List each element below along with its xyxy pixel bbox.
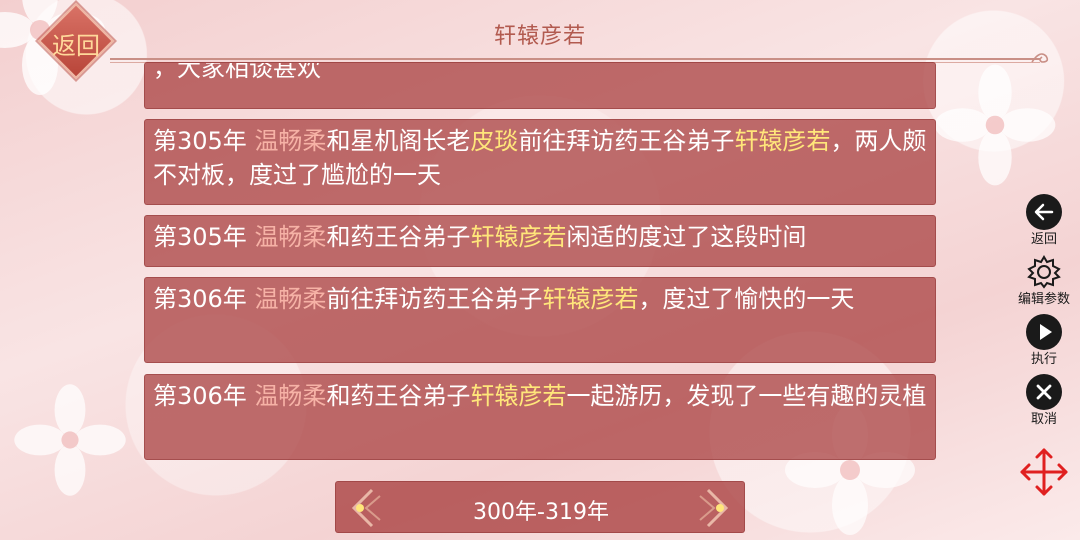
event-entry: 第305年 温畅柔和星机阁长老皮琰前往拜访药王谷弟子轩辕彦若，两人颇不对板，度过… [144, 119, 936, 205]
character-name: 温畅柔 [254, 127, 327, 155]
event-text: 和药王谷弟子 [326, 223, 471, 251]
side-back-label: 返回 [1030, 232, 1057, 247]
execute-label: 执行 [1030, 352, 1057, 367]
year-range-nav: 300年-319年 [335, 481, 745, 533]
event-text: 第305年 [153, 223, 255, 251]
cancel-button[interactable]: 取消 [1008, 374, 1080, 432]
event-entry: 第306年 温畅柔前往拜访药王谷弟子轩辕彦若，度过了愉快的一天 [144, 277, 936, 363]
event-text: ，度过了愉快的一天 [638, 285, 855, 313]
event-text: 第306年 [153, 285, 255, 313]
character-name: 温畅柔 [254, 285, 327, 313]
character-name: 温畅柔 [254, 382, 327, 410]
blossom-decoration-icon [934, 64, 1056, 186]
edit-params-button[interactable]: 编辑参数 [1008, 254, 1080, 312]
character-name: 轩辕彦若 [734, 127, 831, 155]
gear-icon [1026, 254, 1062, 290]
close-icon [1026, 374, 1062, 410]
event-entry: 第306年 温畅柔和药王谷弟子轩辕彦若一起游历，发现了一些有趣的灵植 [144, 374, 936, 460]
character-name: 轩辕彦若 [470, 382, 567, 410]
arrow-left-icon [1026, 194, 1062, 230]
execute-button[interactable]: 执行 [1008, 314, 1080, 372]
character-name: 皮琰 [470, 127, 519, 155]
event-entry: 第305年 温畅柔和药王谷弟子轩辕彦若闲适的度过了这段时间 [144, 215, 936, 267]
year-range-label: 300年-319年 [473, 500, 609, 525]
cancel-label: 取消 [1030, 412, 1057, 427]
character-name: 轩辕彦若 [542, 285, 639, 313]
move-arrows-icon [1020, 448, 1068, 496]
event-text: 闲适的度过了这段时间 [566, 223, 807, 251]
chevron-right-icon [699, 488, 729, 528]
side-back-button[interactable]: 返回 [1008, 194, 1080, 252]
edit-params-label: 编辑参数 [1017, 292, 1070, 307]
event-text: 一起游历，发现了一些有趣的灵植 [566, 382, 927, 410]
next-range-button[interactable] [692, 486, 738, 530]
character-name: 温畅柔 [254, 223, 327, 251]
event-text: 前往拜访药王谷弟子 [518, 127, 735, 155]
move-handle[interactable] [1016, 444, 1072, 500]
event-text: 前往拜访药王谷弟子 [326, 285, 543, 313]
character-name: 轩辕彦若 [470, 223, 567, 251]
blossom-decoration-icon [14, 384, 126, 496]
event-entry: ，大家相谈甚欢 [144, 62, 936, 109]
event-text: 第305年 [153, 127, 255, 155]
event-text: 和星机阁长老 [326, 127, 471, 155]
event-text: 第306年 [153, 382, 255, 410]
event-text: ，大家相谈甚欢 [153, 62, 321, 82]
event-log[interactable]: ，大家相谈甚欢 第305年 温畅柔和星机阁长老皮琰前往拜访药王谷弟子轩辕彦若，两… [144, 0, 936, 470]
event-text: 和药王谷弟子 [326, 382, 471, 410]
back-button[interactable]: 返回 [30, 2, 122, 80]
play-icon [1026, 314, 1062, 350]
back-button-label: 返回 [52, 32, 100, 60]
scroll-ornament-icon [1030, 48, 1050, 68]
